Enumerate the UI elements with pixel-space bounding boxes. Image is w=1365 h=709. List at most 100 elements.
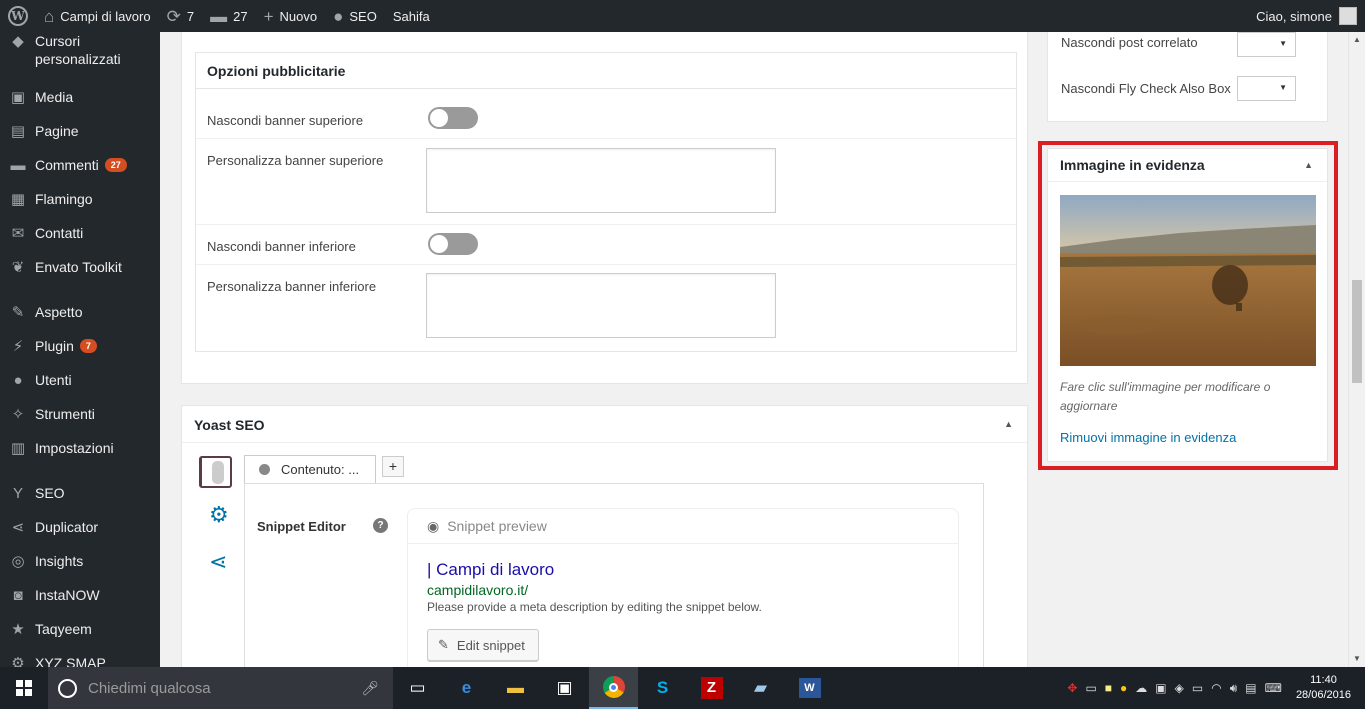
ads-options-title: Opzioni pubblicitarie — [196, 53, 1016, 89]
theme-label: Sahifa — [392, 8, 430, 24]
comments-link[interactable]: ▬ 27 — [202, 0, 255, 32]
tray-power-icon[interactable]: ▭ — [1192, 681, 1203, 695]
tray-volume-icon[interactable]: 🔊︎ — [1230, 681, 1238, 696]
windows-logo-icon — [16, 680, 32, 696]
add-keyword-tab-button[interactable]: + — [382, 456, 404, 477]
seo-label: SEO — [349, 8, 377, 24]
updates-link[interactable]: ⟳ 7 — [159, 0, 202, 32]
sidebar-item-flamingo[interactable]: ▦ Flamingo — [0, 182, 160, 216]
snippet-editor-label: Snippet Editor — [257, 519, 346, 534]
snippet-preview-label: Snippet preview — [447, 518, 547, 534]
skype-icon[interactable]: S — [638, 667, 687, 709]
brush-icon: ✎ — [11, 304, 25, 321]
plugin-badge: 7 — [79, 339, 97, 353]
sidebar-item-pagine[interactable]: ▤ Pagine — [0, 114, 160, 148]
page-scrollbar[interactable]: ▲ ▼ — [1348, 32, 1365, 667]
custom-bottom-banner-row: Personalizza banner inferiore — [196, 265, 1016, 351]
tray-wifi-icon[interactable]: ◠ — [1211, 681, 1221, 695]
scroll-down-arrow-icon[interactable]: ▼ — [1349, 651, 1365, 667]
scrollbar-thumb[interactable] — [1352, 280, 1362, 383]
wordpress-logo-icon: W — [8, 6, 28, 26]
yoast-seo-header[interactable]: Yoast SEO ▲ — [182, 406, 1027, 443]
comments-icon: ▬ — [10, 156, 26, 174]
sidebar-item-taqyeem[interactable]: ★ Taqyeem — [0, 612, 160, 646]
hide-fly-select[interactable]: ▼ — [1237, 76, 1296, 101]
clock-date: 28/06/2016 — [1295, 689, 1351, 701]
word-icon[interactable]: W — [785, 667, 834, 709]
share-icon[interactable]: ⋖ — [209, 549, 227, 575]
tray-notification-icon[interactable]: ▤ — [1245, 681, 1256, 695]
sidebar-item-label: Insights — [35, 553, 84, 569]
collapse-arrow-icon[interactable]: ▲ — [1004, 419, 1013, 429]
microphone-icon[interactable]: 🎤︎ — [361, 680, 379, 697]
tray-dropbox-icon[interactable]: ◈ — [1175, 681, 1184, 695]
eye-icon: ◉ — [427, 517, 440, 534]
sidebar-item-label: Taqyeem — [35, 621, 92, 637]
wp-logo-menu[interactable]: W — [0, 0, 36, 32]
start-button[interactable] — [0, 667, 48, 709]
cortana-search[interactable]: Chiedimi qualcosa 🎤︎ — [48, 667, 393, 709]
tray-monitor-icon[interactable]: ▣ — [1155, 681, 1166, 695]
mail-icon: ✉ — [11, 225, 25, 242]
tray-keyboard-icon[interactable]: ⌨ — [1265, 681, 1282, 695]
tray-display-icon[interactable]: ▭ — [1085, 681, 1096, 695]
sidebar-item-aspetto[interactable]: ✎ Aspetto — [0, 295, 160, 329]
hide-top-banner-toggle[interactable] — [428, 107, 478, 129]
sidebar-item-envato[interactable]: ❦ Envato Toolkit — [0, 250, 160, 284]
scroll-up-arrow-icon[interactable]: ▲ — [1349, 32, 1365, 48]
file-explorer-icon[interactable]: ▬ — [491, 667, 540, 709]
comments-count: 27 — [233, 8, 248, 24]
sidebar-item-plugin[interactable]: ⚡ Plugin 7 — [0, 329, 160, 363]
sidebar-item-contatti[interactable]: ✉ Contatti — [0, 216, 160, 250]
sidebar-item-media[interactable]: ▣ Media — [0, 80, 160, 114]
store-icon[interactable]: ▣ — [540, 667, 589, 709]
theme-link[interactable]: Sahifa — [385, 0, 438, 32]
sidebar-item-utenti[interactable]: ● Utenti — [0, 363, 160, 397]
sidebar-item-strumenti[interactable]: ✧ Strumenti — [0, 397, 160, 431]
hide-related-select[interactable]: ▼ — [1237, 32, 1296, 57]
highlight-frame — [1038, 141, 1338, 470]
tab-content[interactable]: Contenuto: ... — [244, 455, 376, 483]
sidebar-item-seo[interactable]: Y SEO — [0, 476, 160, 510]
sidebar-item-duplicator[interactable]: ⋖ Duplicator — [0, 510, 160, 544]
tray-norton-icon[interactable]: ● — [1120, 681, 1127, 695]
sidebar-item-commenti[interactable]: ▬ Commenti 27 — [0, 148, 160, 182]
tray-app-icon[interactable]: ✥ — [1067, 681, 1077, 695]
tray-notes-icon[interactable]: ■ — [1105, 681, 1112, 695]
edge-browser-icon[interactable]: e — [442, 667, 491, 709]
system-clock[interactable]: 11:40 28/06/2016 — [1296, 673, 1351, 703]
sidebar-item-instanow[interactable]: ◙ InstaNOW — [0, 578, 160, 612]
edit-snippet-button[interactable]: ✎ Edit snippet — [427, 629, 539, 661]
filezilla-icon[interactable]: Z — [687, 667, 736, 709]
tray-cloud-icon[interactable]: ☁ — [1135, 681, 1147, 695]
chrome-icon[interactable] — [589, 667, 638, 709]
edit-snippet-label: Edit snippet — [456, 637, 525, 653]
traffic-light-tab[interactable] — [199, 456, 232, 488]
help-icon[interactable]: ? — [373, 518, 388, 533]
task-view-icon[interactable]: ▭ — [393, 667, 442, 709]
cursor-icon: ◆ — [12, 33, 24, 50]
snippet-description[interactable]: Please provide a meta description by edi… — [427, 600, 762, 614]
sidebar-item-xyz-smap[interactable]: ⚙ XYZ SMAP — [0, 646, 160, 667]
custom-bottom-banner-textarea[interactable] — [426, 273, 776, 338]
updates-count: 7 — [186, 8, 195, 24]
snippet-title[interactable]: | Campi di lavoro — [427, 560, 554, 580]
sidebar-item-insights[interactable]: ◎ Insights — [0, 544, 160, 578]
sidebar-item-label: Impostazioni — [35, 440, 114, 456]
my-account[interactable]: Ciao, simone — [1256, 7, 1365, 25]
hide-bottom-banner-toggle[interactable] — [428, 233, 478, 255]
custom-top-banner-textarea[interactable] — [426, 148, 776, 213]
notepad-icon[interactable]: ▰ — [736, 667, 785, 709]
chrome-logo-icon — [602, 676, 625, 698]
snippet-url[interactable]: campidilavoro.it/ — [427, 582, 528, 598]
new-content-link[interactable]: + Nuovo — [256, 0, 326, 32]
system-tray: ✥ ▭ ■ ● ☁ ▣ ◈ ▭ ◠ 🔊︎ ▤ ⌨ 11:40 28/06/201… — [1063, 673, 1365, 703]
gear-icon[interactable]: ⚙ — [209, 502, 229, 528]
seo-menu-link[interactable]: ● SEO — [325, 0, 385, 32]
sidebar-item-label: XYZ SMAP — [35, 655, 106, 667]
sidebar-item-label: Utenti — [35, 372, 72, 388]
sidebar-item-impostazioni[interactable]: ▥ Impostazioni — [0, 431, 160, 465]
sidebar-item-cursori[interactable]: ◆ Cursori personalizzati — [0, 32, 160, 80]
site-name-link[interactable]: ⌂ Campi di lavoro — [36, 0, 159, 32]
snippet-preview-header: ◉ Snippet preview — [408, 509, 958, 544]
